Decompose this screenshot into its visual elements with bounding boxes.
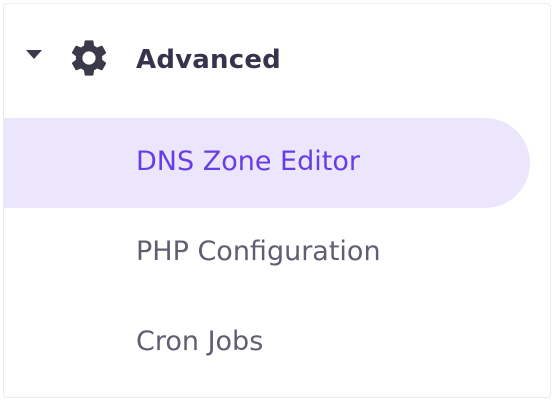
menu-item-label: DNS Zone Editor xyxy=(136,146,360,177)
sidebar-menu-panel: Advanced DNS Zone Editor PHP Configurati… xyxy=(3,3,551,398)
menu-item-label: Cron Jobs xyxy=(136,326,264,357)
menu-item-dns-zone-editor[interactable]: DNS Zone Editor xyxy=(4,118,530,208)
menu-item-cron-jobs[interactable]: Cron Jobs xyxy=(4,298,530,388)
section-title: Advanced xyxy=(136,45,281,75)
section-header-advanced[interactable]: Advanced xyxy=(4,16,550,96)
gear-icon xyxy=(71,40,107,76)
menu-item-label: PHP Configuration xyxy=(136,236,381,267)
menu-item-php-configuration[interactable]: PHP Configuration xyxy=(4,208,530,298)
caret-down-icon[interactable] xyxy=(26,50,42,59)
